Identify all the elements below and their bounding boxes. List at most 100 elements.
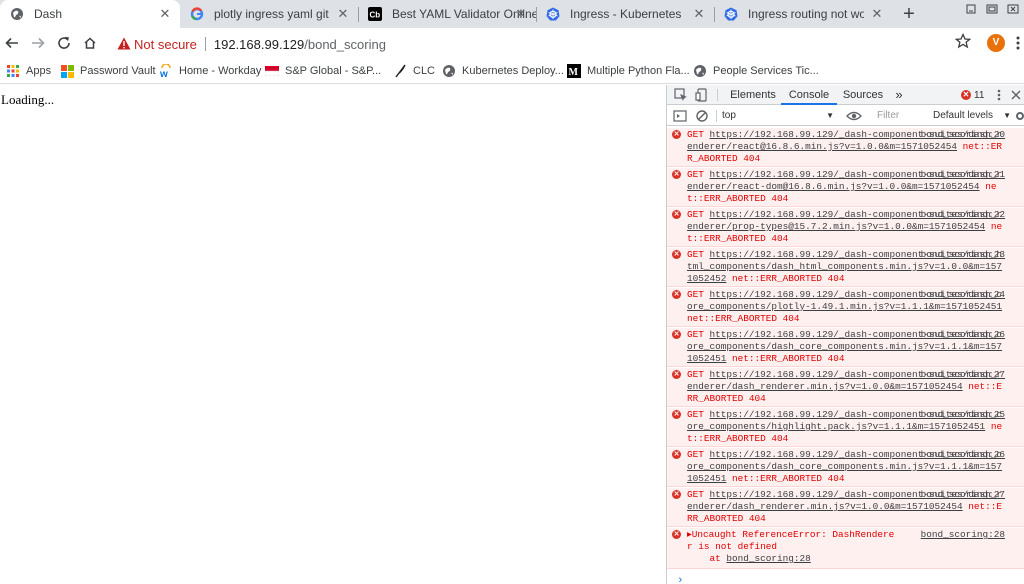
url-path: /bond_scoring <box>304 36 386 52</box>
kebab-menu-icon[interactable] <box>1013 34 1023 52</box>
log-levels-dropdown[interactable]: Default levels ▼ <box>933 109 1011 123</box>
chevron-down-icon: ▼ <box>826 111 834 120</box>
bookmark-label: Multiple Python Fla... <box>587 65 690 77</box>
close-icon[interactable]: ✕ <box>692 7 706 21</box>
request-url-link[interactable]: https://192.168.99.129/_dash-component-s… <box>687 409 1002 432</box>
bookmark-password-vault[interactable]: Password Vault <box>60 62 156 80</box>
stack-at-label: at <box>687 553 727 564</box>
bookmark-kubernetes-deploy[interactable]: Kubernetes Deploy... <box>442 62 564 80</box>
sidebar-toggle-icon[interactable] <box>673 109 687 123</box>
request-url-link[interactable]: https://192.168.99.129/_dash-component-s… <box>687 129 1002 152</box>
stack-source-link[interactable]: bond_scoring:28 <box>726 553 810 564</box>
message-text: GET https://192.168.99.129/_dash-compone… <box>687 449 1007 485</box>
google-icon <box>190 7 204 21</box>
context-value: top <box>722 110 736 121</box>
error-icon: ✕ <box>672 290 681 299</box>
console-prompt[interactable]: › <box>677 575 684 584</box>
reload-button[interactable] <box>54 33 74 53</box>
error-icon: ✕ <box>672 370 681 379</box>
message-source-link[interactable]: bond_scoring:28 <box>921 529 1005 541</box>
url-divider <box>204 37 206 51</box>
devtools-tab-console[interactable]: Console <box>781 85 837 105</box>
error-icon: ✕ <box>672 130 681 139</box>
error-text: ▸Uncaught ReferenceError: DashRenderer i… <box>687 529 895 552</box>
bookmark-label: Home - Workday <box>179 65 262 77</box>
forward-button[interactable] <box>28 33 48 53</box>
bookmark-star-icon[interactable] <box>954 32 972 49</box>
close-icon[interactable] <box>1009 88 1023 102</box>
bookmark-workday[interactable]: w Home - Workday <box>159 62 261 80</box>
globe-icon <box>693 64 707 78</box>
tab-ingress-routing[interactable]: Ingress routing not working ✕ <box>714 0 892 28</box>
kubernetes-icon <box>546 7 560 21</box>
close-icon[interactable]: ✕ <box>336 7 350 21</box>
error-count-badge[interactable]: ✕ 11 <box>961 88 984 102</box>
address-bar[interactable]: Not secure 192.168.99.129 /bond_scoring <box>108 32 978 56</box>
svg-text:M: M <box>569 67 579 78</box>
tab-plotly-ingress[interactable]: plotly ingress yaml git - Goo ✕ <box>180 0 358 28</box>
cb-icon: Cb <box>368 7 382 21</box>
bookmark-label: Kubernetes Deploy... <box>462 65 564 77</box>
settings-gear-icon[interactable] <box>1015 109 1024 123</box>
request-url-link[interactable]: https://192.168.99.129/_dash-component-s… <box>687 369 1002 392</box>
context-selector[interactable]: top ▼ <box>722 109 834 123</box>
http-method: GET <box>687 449 710 460</box>
error-icon: ✕ <box>672 450 681 459</box>
devtools-tab-sources[interactable]: Sources <box>837 85 889 105</box>
message-text: GET https://192.168.99.129/_dash-compone… <box>687 169 1007 205</box>
clear-console-icon[interactable] <box>695 109 709 123</box>
error-icon: ✕ <box>672 530 681 539</box>
error-icon: ✕ <box>672 210 681 219</box>
message-text: GET https://192.168.99.129/_dash-compone… <box>687 409 1007 445</box>
error-icon: ✕ <box>672 410 681 419</box>
http-method: GET <box>687 489 710 500</box>
tab-dash[interactable]: Dash ✕ <box>0 0 180 28</box>
inspect-element-icon[interactable] <box>674 88 688 102</box>
bookmark-people-services[interactable]: People Services Tic... <box>693 62 819 80</box>
globe-icon <box>10 7 24 21</box>
request-url-link[interactable]: https://192.168.99.129/_dash-component-s… <box>687 209 1002 232</box>
request-url-link[interactable]: https://192.168.99.129/_dash-component-s… <box>687 289 1002 312</box>
console-error-message: ✕ bond_scoring:26 GET https://192.168.99.1… <box>667 447 1024 487</box>
close-icon[interactable]: ✕ <box>158 7 172 21</box>
message-text[interactable]: ▸Uncaught ReferenceError: DashRenderer i… <box>687 529 897 553</box>
close-icon[interactable]: ✕ <box>870 7 884 21</box>
tab-yaml-validator[interactable]: Cb Best YAML Validator Online ✕ <box>358 0 536 28</box>
request-url-link[interactable]: https://192.168.99.129/_dash-component-s… <box>687 489 1002 512</box>
tab-ingress-kubernetes[interactable]: Ingress - Kubernetes ✕ <box>536 0 714 28</box>
globe-icon <box>442 64 456 78</box>
bookmark-multiple-python[interactable]: M Multiple Python Fla... <box>567 62 690 80</box>
security-status[interactable]: Not secure <box>134 37 197 52</box>
device-toolbar-icon[interactable] <box>695 88 709 102</box>
bookmark-apps[interactable]: Apps <box>6 62 51 80</box>
filter-input[interactable]: Filter <box>875 109 927 123</box>
restore-icon[interactable] <box>981 0 1003 18</box>
console-error-message: ✕ bond_scoring:23 GET https://192.168.99.1… <box>667 247 1024 287</box>
profile-avatar[interactable]: V <box>987 34 1005 52</box>
new-tab-button[interactable]: + <box>899 4 919 24</box>
more-tabs-chevron[interactable]: » <box>889 85 909 105</box>
eye-icon[interactable] <box>846 109 862 123</box>
toolbar-divider <box>717 89 718 101</box>
console-error-message: ✕ bond_scoring:25 GET https://192.168.99.1… <box>667 407 1024 447</box>
bookmark-clc[interactable]: CLC <box>393 62 435 80</box>
back-button[interactable] <box>2 33 22 53</box>
close-window-icon[interactable] <box>1002 0 1024 18</box>
devtools-tab-elements[interactable]: Elements <box>725 85 781 105</box>
error-icon: ✕ <box>672 170 681 179</box>
close-icon[interactable]: ✕ <box>514 7 528 21</box>
console-error-message: ✕ bond_scoring:26 GET https://192.168.99.1… <box>667 327 1024 367</box>
page-viewport: Loading... <box>0 85 666 584</box>
minimize-icon[interactable] <box>960 0 982 18</box>
message-text: GET https://192.168.99.129/_dash-compone… <box>687 129 1007 165</box>
request-url-link[interactable]: https://192.168.99.129/_dash-component-s… <box>687 169 1002 192</box>
stack-trace: at bond_scoring:28 <box>687 553 1007 565</box>
kebab-menu-icon[interactable] <box>992 88 1006 102</box>
http-method: GET <box>687 249 710 260</box>
message-text: GET https://192.168.99.129/_dash-compone… <box>687 289 1007 325</box>
bookmark-sp-global[interactable]: S&P Global - S&P... <box>265 62 381 80</box>
console-uncaught-error: ✕ bond_scoring:28 ▸Uncaught ReferenceError… <box>667 527 1024 569</box>
message-text: GET https://192.168.99.129/_dash-compone… <box>687 209 1007 245</box>
home-button[interactable] <box>80 33 100 53</box>
toolbar-divider <box>716 110 717 122</box>
